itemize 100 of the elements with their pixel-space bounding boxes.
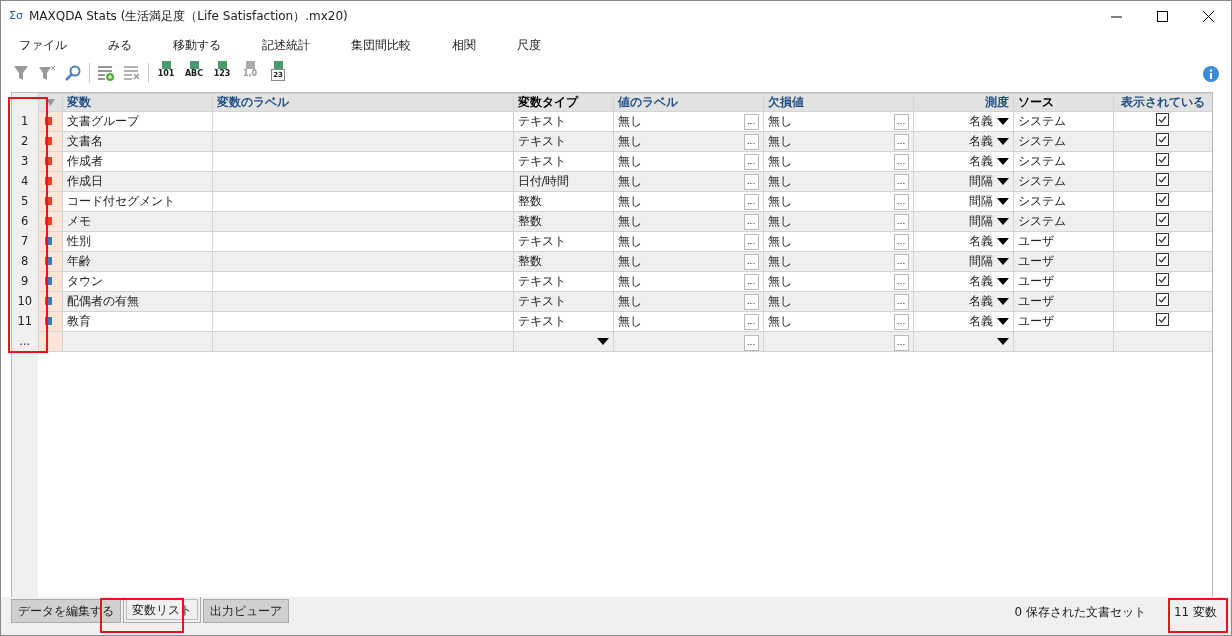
dropdown-arrow-icon[interactable] xyxy=(996,158,1009,166)
checkbox[interactable] xyxy=(1156,292,1169,306)
convert-button[interactable]: 101 xyxy=(155,61,177,85)
tab[interactable]: データを編集する xyxy=(11,599,121,623)
table-cell: 無し xyxy=(617,153,642,171)
convert-button[interactable]: 123 xyxy=(211,61,233,85)
dropdown-arrow-icon[interactable] xyxy=(996,278,1009,286)
checkbox[interactable] xyxy=(1156,212,1169,226)
column-header[interactable]: 測度 xyxy=(913,93,1013,112)
status-text: 0 保存された文書セット xyxy=(1014,604,1146,621)
table-cell: 整数 xyxy=(513,191,613,212)
convert-button[interactable]: ABC xyxy=(183,61,205,85)
table-cell: 無し xyxy=(767,173,792,191)
table-cell: 無し xyxy=(617,233,642,251)
column-header[interactable]: 変数のラベル xyxy=(212,93,513,112)
ellipsis-button[interactable]: ... xyxy=(893,173,909,190)
table-cell: テキスト xyxy=(513,271,613,292)
ellipsis-button[interactable]: ... xyxy=(893,293,909,310)
checkbox[interactable] xyxy=(1156,272,1169,286)
ellipsis-button[interactable]: ... xyxy=(743,313,759,330)
ellipsis-button[interactable]: ... xyxy=(893,313,909,330)
menu-item[interactable]: ファイル xyxy=(7,36,79,54)
ellipsis-button[interactable]: ... xyxy=(743,334,759,351)
checkbox[interactable] xyxy=(1156,112,1169,126)
table-cell: 無し xyxy=(617,173,642,191)
table-cell: 無し xyxy=(617,113,642,131)
ellipsis-button[interactable]: ... xyxy=(743,273,759,290)
column-header[interactable]: 値のラベル xyxy=(613,93,763,112)
column-header[interactable]: 変数タイプ xyxy=(513,93,613,112)
checkbox[interactable] xyxy=(1156,312,1169,326)
dropdown-arrow-icon[interactable] xyxy=(996,238,1009,246)
ellipsis-button[interactable]: ... xyxy=(743,213,759,230)
ellipsis-button[interactable]: ... xyxy=(743,293,759,310)
ellipsis-button[interactable]: ... xyxy=(893,113,909,130)
tab[interactable]: 出力ビューア xyxy=(203,599,289,623)
ellipsis-button[interactable]: ... xyxy=(743,253,759,270)
table-cell: 作成者 xyxy=(62,151,212,172)
table-cell: ユーザ xyxy=(1013,271,1113,292)
ellipsis-button[interactable]: ... xyxy=(893,273,909,290)
table-cell: システム xyxy=(1013,191,1113,212)
tab[interactable]: 変数リスト xyxy=(123,597,201,623)
column-header[interactable]: 欠損値 xyxy=(763,93,913,112)
column-header[interactable]: ソース xyxy=(1013,93,1113,112)
table-cell: 無し xyxy=(767,213,792,231)
dropdown-arrow-icon[interactable] xyxy=(996,118,1009,126)
dropdown-arrow-icon[interactable] xyxy=(996,198,1009,206)
table-cell: 無し xyxy=(617,133,642,151)
table-cell: テキスト xyxy=(513,231,613,252)
menu-item[interactable]: みる xyxy=(96,36,144,54)
dropdown-arrow-icon[interactable] xyxy=(996,318,1009,326)
checkbox[interactable] xyxy=(1156,152,1169,166)
menu-item[interactable]: 移動する xyxy=(161,36,233,54)
ellipsis-button[interactable]: ... xyxy=(893,233,909,250)
menu-item[interactable]: 記述統計 xyxy=(250,36,322,54)
table-cell: 無し xyxy=(767,233,792,251)
menu-item[interactable]: 尺度 xyxy=(505,36,553,54)
ellipsis-button[interactable]: ... xyxy=(743,133,759,150)
table-cell: 無し xyxy=(617,213,642,231)
table-cell: システム xyxy=(1013,151,1113,172)
menu-item[interactable]: 集団間比較 xyxy=(339,36,423,54)
checkbox[interactable] xyxy=(1156,172,1169,186)
info-icon[interactable] xyxy=(1203,64,1219,82)
table-cell: 無し xyxy=(617,193,642,211)
table-cell: システム xyxy=(1013,111,1113,132)
checkbox[interactable] xyxy=(1156,232,1169,246)
table-cell: 無し xyxy=(767,193,792,211)
ellipsis-button[interactable]: ... xyxy=(743,193,759,210)
window-title: MAXQDA Stats (生活満足度（Life Satisfaction）.mx20) xyxy=(28,8,348,25)
column-header[interactable]: 表示されている xyxy=(1113,93,1212,112)
ellipsis-button[interactable]: ... xyxy=(743,173,759,190)
ellipsis-button[interactable]: ... xyxy=(893,213,909,230)
ellipsis-button[interactable]: ... xyxy=(743,153,759,170)
table-cell: 性別 xyxy=(62,231,212,252)
close-icon xyxy=(1202,10,1214,22)
table-cell: 無し xyxy=(767,133,792,151)
checkbox[interactable] xyxy=(1156,132,1169,146)
table-cell: 無し xyxy=(617,273,642,291)
ellipsis-button[interactable]: ... xyxy=(743,113,759,130)
checkbox[interactable] xyxy=(1156,252,1169,266)
table-cell: 教育 xyxy=(62,311,212,332)
ellipsis-button[interactable]: ... xyxy=(893,153,909,170)
ellipsis-button[interactable]: ... xyxy=(893,193,909,210)
ellipsis-button[interactable]: ... xyxy=(743,233,759,250)
table-cell: 無し xyxy=(767,273,792,291)
table-cell: 無し xyxy=(617,313,642,331)
column-header[interactable]: 変数 xyxy=(62,93,212,112)
app-logo: Σσ xyxy=(9,7,23,24)
table-cell: 無し xyxy=(767,253,792,271)
status-text: 11 変数 xyxy=(1173,604,1217,621)
ellipsis-button[interactable]: ... xyxy=(893,133,909,150)
ellipsis-button[interactable]: ... xyxy=(893,253,909,270)
ellipsis-button[interactable]: ... xyxy=(893,334,909,351)
table-cell: 無し xyxy=(767,113,792,131)
table-cell: 無し xyxy=(767,313,792,331)
table-cell: 無し xyxy=(767,293,792,311)
table-cell: テキスト xyxy=(513,111,613,132)
table-cell: 無し xyxy=(767,153,792,171)
menu-item[interactable]: 相関 xyxy=(440,36,488,54)
checkbox[interactable] xyxy=(1156,192,1169,206)
table-cell: 無し xyxy=(617,253,642,271)
